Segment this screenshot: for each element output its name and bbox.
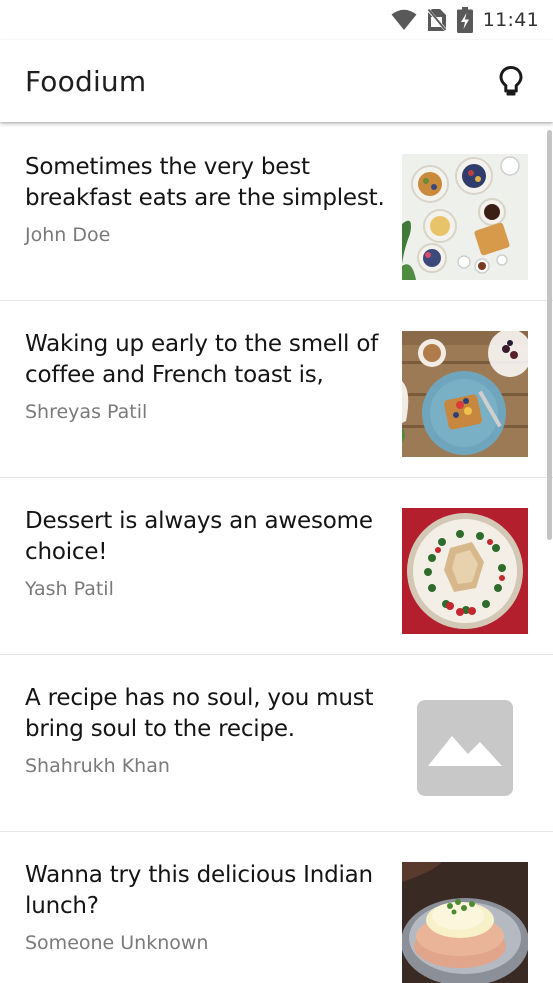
scrollbar[interactable] [547,130,552,540]
status-time: 11:41 [482,9,539,31]
post-title: Dessert is always an awesome choice! [25,508,373,565]
app-bar: Foodium [0,40,553,122]
post-author: Yash Patil [25,578,114,600]
status-bar: 11:41 [0,0,553,40]
no-sim-icon [426,8,447,32]
post-title: Sometimes the very best breakfast eats a… [25,154,385,211]
post-item[interactable]: A recipe has no soul, you must bring sou… [0,655,553,832]
post-author: Shreyas Patil [25,401,148,423]
lightbulb-icon [499,66,523,96]
post-title: A recipe has no soul, you must bring sou… [25,685,374,742]
french-toast-image [402,331,528,457]
battery-charging-icon [456,7,473,33]
placeholder-image-icon [402,685,528,811]
post-author: Someone Unknown [25,932,209,954]
post-item[interactable]: Sometimes the very best breakfast eats a… [0,124,553,301]
breakfast-table-image [402,154,528,280]
post-title: Waking up early to the smell of coffee a… [25,331,379,388]
post-item[interactable]: Waking up early to the smell of coffee a… [0,301,553,478]
dessert-tart-image [402,508,528,634]
app-title: Foodium [25,64,147,98]
theme-toggle-button[interactable] [493,63,529,99]
wifi-icon [391,9,417,31]
posts-list[interactable]: Sometimes the very best breakfast eats a… [0,124,553,983]
indian-lunch-image [402,862,528,983]
post-author: Shahrukh Khan [25,755,170,777]
post-item[interactable]: Dessert is always an awesome choice! Yas… [0,478,553,655]
post-item[interactable]: Wanna try this delicious Indian lunch? S… [0,832,553,983]
post-author: John Doe [25,224,111,246]
post-title: Wanna try this delicious Indian lunch? [25,862,373,919]
